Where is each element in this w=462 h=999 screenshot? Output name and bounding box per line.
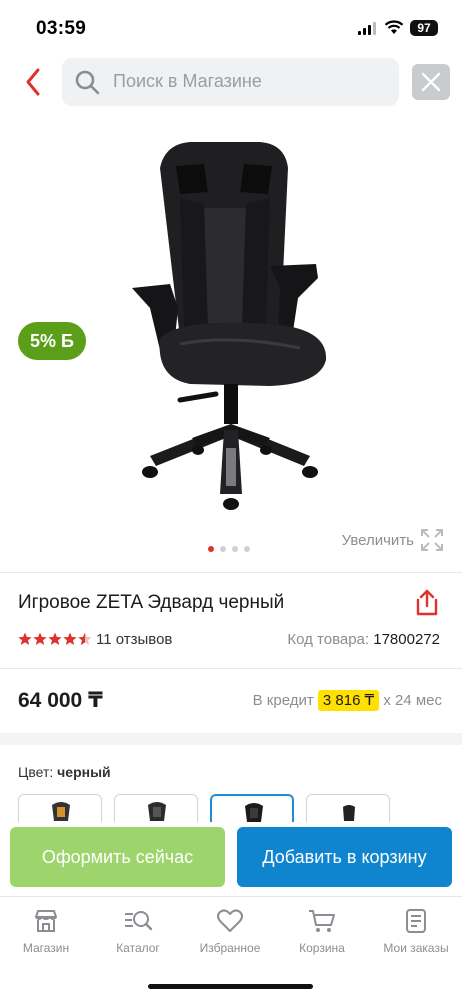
divider [0,668,462,669]
cart-icon [309,910,335,932]
orders-icon [406,909,426,933]
back-chevron-icon[interactable] [20,64,48,100]
search-input[interactable]: Поиск в Магазине [62,58,399,106]
close-button[interactable] [412,64,450,100]
tab-label: Мои заказы [383,941,449,955]
credit-prefix: В кредит [252,692,314,709]
expand-icon [421,529,443,551]
color-label: Цвет: черный [18,764,111,780]
search-icon [75,70,100,95]
tab-cart[interactable]: Корзина [276,907,368,967]
product-code: Код товара: 17800272 [287,631,440,648]
slide-dot[interactable] [220,546,226,552]
clock: 03:59 [36,18,87,39]
wifi-icon [384,20,404,34]
share-icon[interactable] [414,588,440,618]
product-image[interactable] [120,138,340,518]
close-icon [421,72,441,92]
sku-value: 17800272 [373,631,440,648]
credit-suffix: х 24 мес [383,692,442,709]
slide-dot[interactable] [208,546,214,552]
zoom-label: Увеличить [341,532,414,549]
search-placeholder: Поиск в Магазине [113,71,262,91]
catalog-search-icon [125,911,153,931]
tab-label: Избранное [199,941,261,955]
buy-now-button[interactable]: Оформить сейчас [10,827,225,887]
divider [0,572,462,573]
product-rating[interactable]: 11 отзывов [18,631,218,649]
tab-label: Магазин [22,941,70,955]
zoom-button[interactable]: Увеличить [334,528,444,552]
product-title: Игровое ZETA Эдвард черный [18,592,285,613]
sku-label: Код товара: [287,631,370,648]
tab-favorites[interactable]: Избранное [184,907,276,967]
discount-badge: 5% Б [18,322,86,360]
action-bar: Оформить сейчас Добавить в корзину [0,822,462,896]
battery-indicator: 97 [410,20,438,36]
heart-icon [217,909,243,932]
reviews-link[interactable]: 11 отзывов [96,631,172,648]
color-selected-value: черный [57,764,111,780]
slide-dot[interactable] [244,546,250,552]
product-price: 64 000 ₸ [18,689,103,712]
tab-orders[interactable]: Мои заказы [370,907,462,967]
cellular-signal-icon [358,22,376,35]
section-separator [0,733,462,745]
color-label-text: Цвет: [18,764,54,780]
shop-icon [35,910,57,932]
discount-value: 5% [30,331,57,351]
tab-catalog[interactable]: Каталог [92,907,184,967]
tab-label: Каталог [116,941,160,955]
tab-label: Корзина [299,941,345,955]
status-bar: 03:59 97 [0,0,462,56]
product-gallery[interactable]: 5% Б Увеличить [0,118,462,568]
rating-stars-icon [18,632,92,645]
slide-dot[interactable] [232,546,238,552]
home-indicator [148,984,313,989]
discount-suffix: Б [61,331,74,351]
tab-shop[interactable]: Магазин [0,907,92,967]
add-to-cart-button[interactable]: Добавить в корзину [237,827,452,887]
credit-amount: 3 816 ₸ [317,690,380,711]
credit-offer[interactable]: В кредит 3 816 ₸ х 24 мес [252,690,442,711]
